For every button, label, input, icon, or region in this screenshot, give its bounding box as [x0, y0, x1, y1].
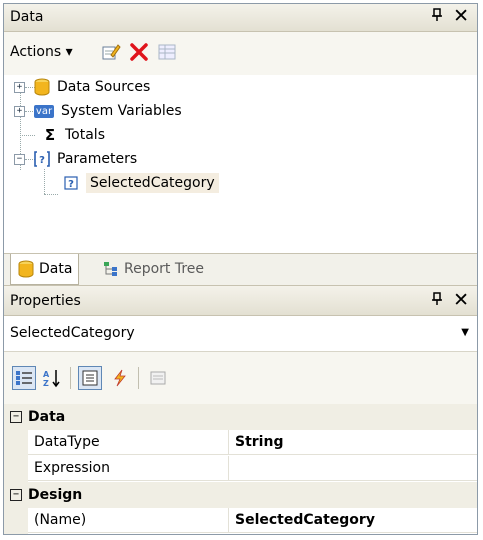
database-icon — [33, 78, 51, 96]
collapse-icon[interactable]: − — [14, 153, 25, 165]
tree-node-selected-category[interactable]: ? SelectedCategory — [62, 171, 219, 195]
events-icon[interactable] — [108, 366, 132, 390]
data-panel-tabs: Data Report Tree — [4, 253, 477, 285]
category-label: Design — [28, 487, 83, 503]
properties-panel-titlebar: Properties ✕ — [4, 285, 477, 316]
property-value[interactable] — [229, 456, 477, 481]
property-row-name[interactable]: (Name) SelectedCategory — [4, 508, 477, 534]
svg-text:?: ? — [68, 179, 74, 190]
category-design[interactable]: − Design — [4, 482, 477, 508]
property-value[interactable]: String — [229, 430, 477, 455]
tree-node-totals[interactable]: Σ Totals — [41, 123, 105, 147]
tab-data[interactable]: Data — [10, 254, 80, 285]
collapse-icon[interactable]: − — [10, 489, 22, 501]
parameters-icon: ? — [33, 150, 51, 168]
data-panel-title: Data — [10, 9, 44, 25]
parameter-icon: ? — [62, 174, 80, 192]
data-tree: + Data Sources + var System Variables Σ … — [4, 75, 477, 253]
property-row-expression[interactable]: Expression — [4, 456, 477, 482]
property-name: (Name) — [28, 508, 229, 533]
close-icon[interactable]: ✕ — [453, 5, 469, 27]
object-selector[interactable]: SelectedCategory ▼ — [4, 316, 477, 352]
tree-node-data-sources[interactable]: + Data Sources — [14, 75, 150, 99]
tree-node-label: Parameters — [57, 151, 138, 167]
report-tree-icon — [102, 260, 120, 278]
tree-node-parameters[interactable]: − ? Parameters — [14, 147, 137, 171]
data-toolbar: Actions ▾ — [4, 32, 477, 75]
properties-toolbar: AZ — [4, 352, 477, 404]
tab-label: Data — [39, 261, 73, 277]
svg-text:?: ? — [39, 155, 45, 166]
property-value[interactable]: SelectedCategory — [229, 508, 477, 533]
tab-label: Report Tree — [124, 261, 205, 277]
actions-menu[interactable]: Actions ▾ — [10, 44, 73, 60]
property-name: DataType — [28, 430, 229, 455]
tree-node-label: SelectedCategory — [86, 173, 219, 193]
tree-node-system-variables[interactable]: + var System Variables — [14, 99, 182, 123]
tree-node-label: Totals — [65, 127, 105, 143]
property-row-datatype[interactable]: DataType String — [4, 430, 477, 456]
pin-icon[interactable] — [431, 292, 443, 310]
edit-icon[interactable] — [100, 41, 122, 63]
window-frame: Data ✕ Actions ▾ + Data Sources + var Sy… — [3, 3, 478, 535]
var-icon: var — [33, 104, 55, 118]
category-label: Data — [28, 409, 66, 425]
pin-icon[interactable] — [431, 8, 443, 26]
properties-icon[interactable] — [78, 366, 102, 390]
svg-text:A: A — [43, 370, 50, 379]
property-name: Expression — [28, 456, 229, 481]
collapse-icon[interactable]: − — [10, 411, 22, 423]
expand-icon[interactable]: + — [14, 81, 25, 93]
data-panel-titlebar: Data ✕ — [4, 4, 477, 32]
tab-report-tree[interactable]: Report Tree — [96, 254, 210, 284]
database-icon — [17, 260, 35, 278]
close-icon[interactable]: ✕ — [453, 289, 469, 311]
category-data[interactable]: − Data — [4, 404, 477, 430]
sigma-icon: Σ — [44, 126, 56, 144]
expand-icon[interactable]: + — [14, 105, 25, 117]
categorized-icon[interactable] — [12, 366, 36, 390]
properties-panel-title: Properties — [10, 293, 81, 309]
property-pages-icon[interactable] — [146, 366, 170, 390]
tree-node-label: System Variables — [61, 103, 182, 119]
alphabetical-icon[interactable]: AZ — [40, 366, 64, 390]
tree-node-label: Data Sources — [57, 79, 151, 95]
delete-icon[interactable] — [128, 41, 150, 63]
chevron-down-icon[interactable]: ▼ — [461, 327, 469, 338]
svg-text:Z: Z — [43, 379, 49, 388]
object-selector-value: SelectedCategory — [10, 325, 135, 341]
grid-icon[interactable] — [156, 41, 178, 63]
